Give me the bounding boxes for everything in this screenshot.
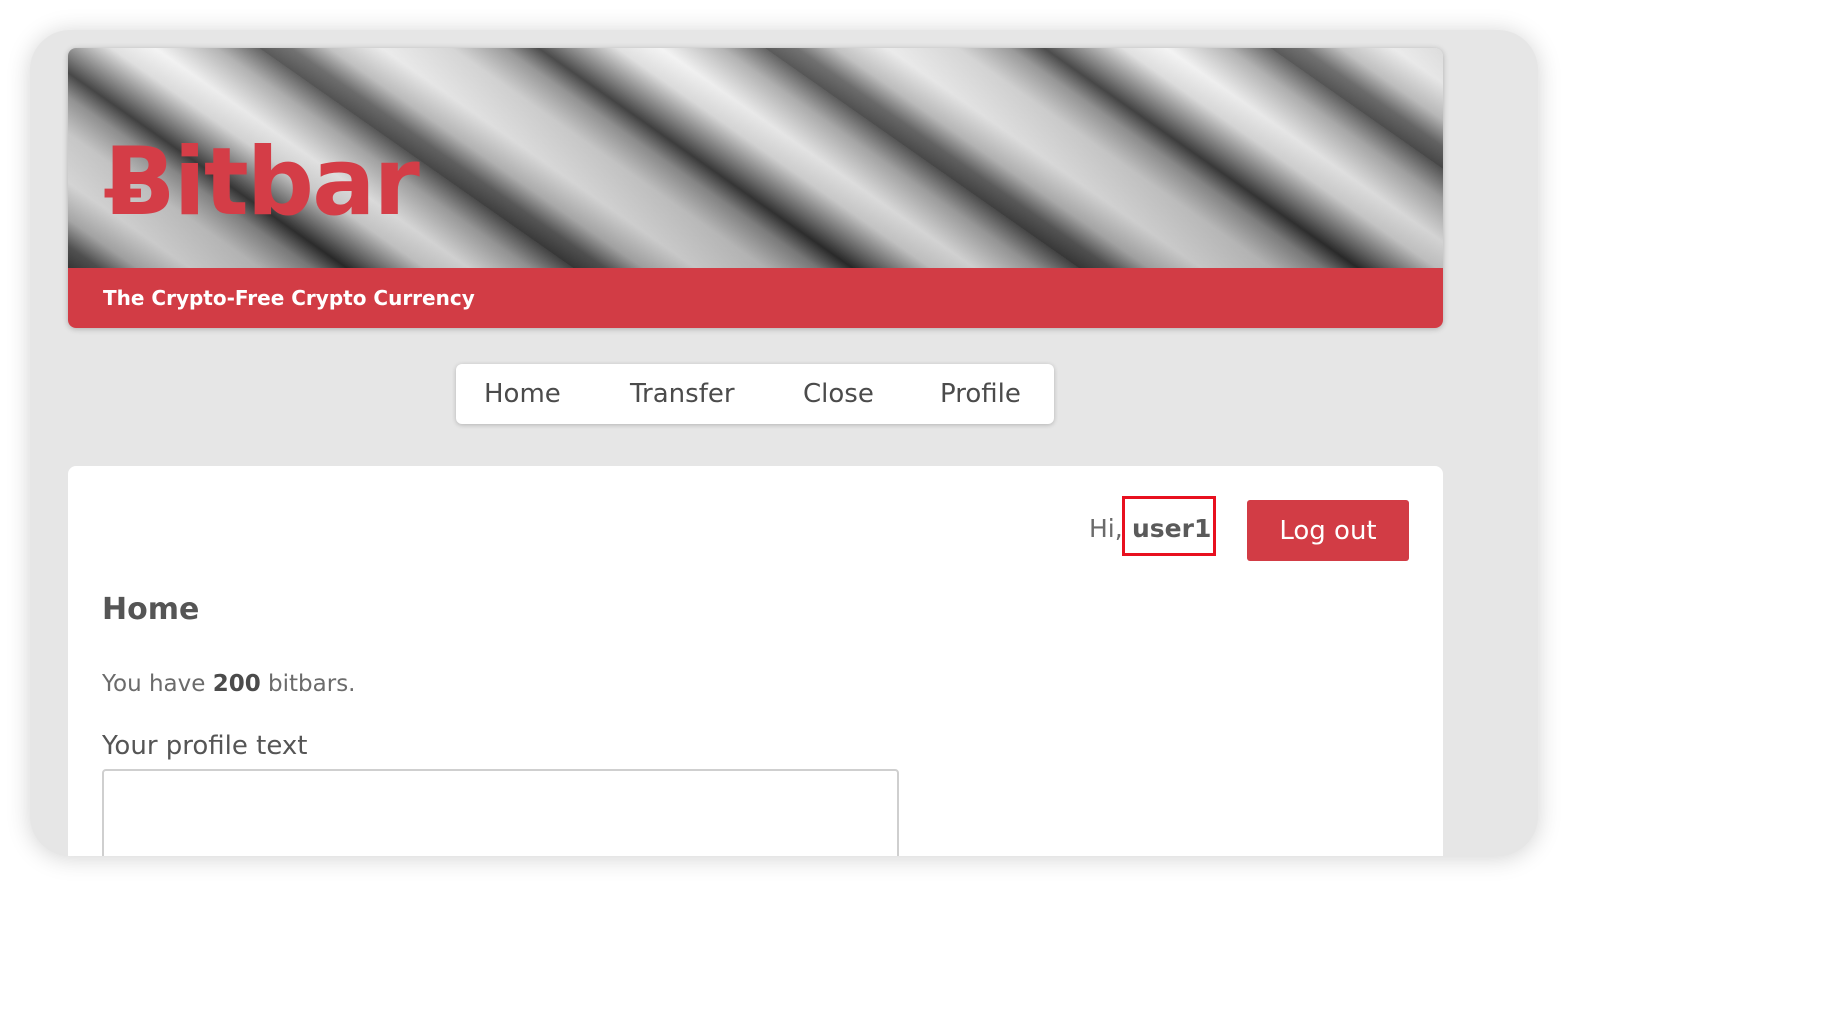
site-logo[interactable]: Ƀitbar bbox=[104, 136, 420, 230]
site-header: Ƀitbar The Crypto-Free Crypto Currency bbox=[68, 48, 1443, 328]
balance-prefix: You have bbox=[102, 671, 206, 697]
header-banner-image: Ƀitbar bbox=[68, 48, 1443, 268]
content-card: Hi, user1 Log out Home You have 200 bitb… bbox=[68, 466, 1443, 856]
profile-text-input[interactable] bbox=[102, 769, 899, 856]
page-title: Home bbox=[102, 592, 200, 627]
greeting-text: Hi, bbox=[1089, 514, 1123, 543]
nav-item-transfer[interactable]: Transfer bbox=[630, 379, 735, 409]
nav-item-profile[interactable]: Profile bbox=[940, 379, 1021, 409]
nav-item-close[interactable]: Close bbox=[803, 379, 874, 409]
balance-text: You have 200 bitbars. bbox=[102, 671, 355, 697]
tagline-bar: The Crypto-Free Crypto Currency bbox=[68, 268, 1443, 328]
main-nav: Home Transfer Close Profile bbox=[456, 364, 1054, 424]
profile-text-label: Your profile text bbox=[102, 731, 308, 761]
browser-window: Ƀitbar The Crypto-Free Crypto Currency H… bbox=[30, 30, 1538, 856]
username-highlight-box bbox=[1122, 496, 1216, 556]
logout-button[interactable]: Log out bbox=[1247, 500, 1409, 561]
site-tagline: The Crypto-Free Crypto Currency bbox=[103, 286, 475, 310]
balance-suffix: bitbars. bbox=[268, 671, 356, 697]
balance-amount: 200 bbox=[212, 671, 261, 697]
nav-item-home[interactable]: Home bbox=[484, 379, 561, 409]
